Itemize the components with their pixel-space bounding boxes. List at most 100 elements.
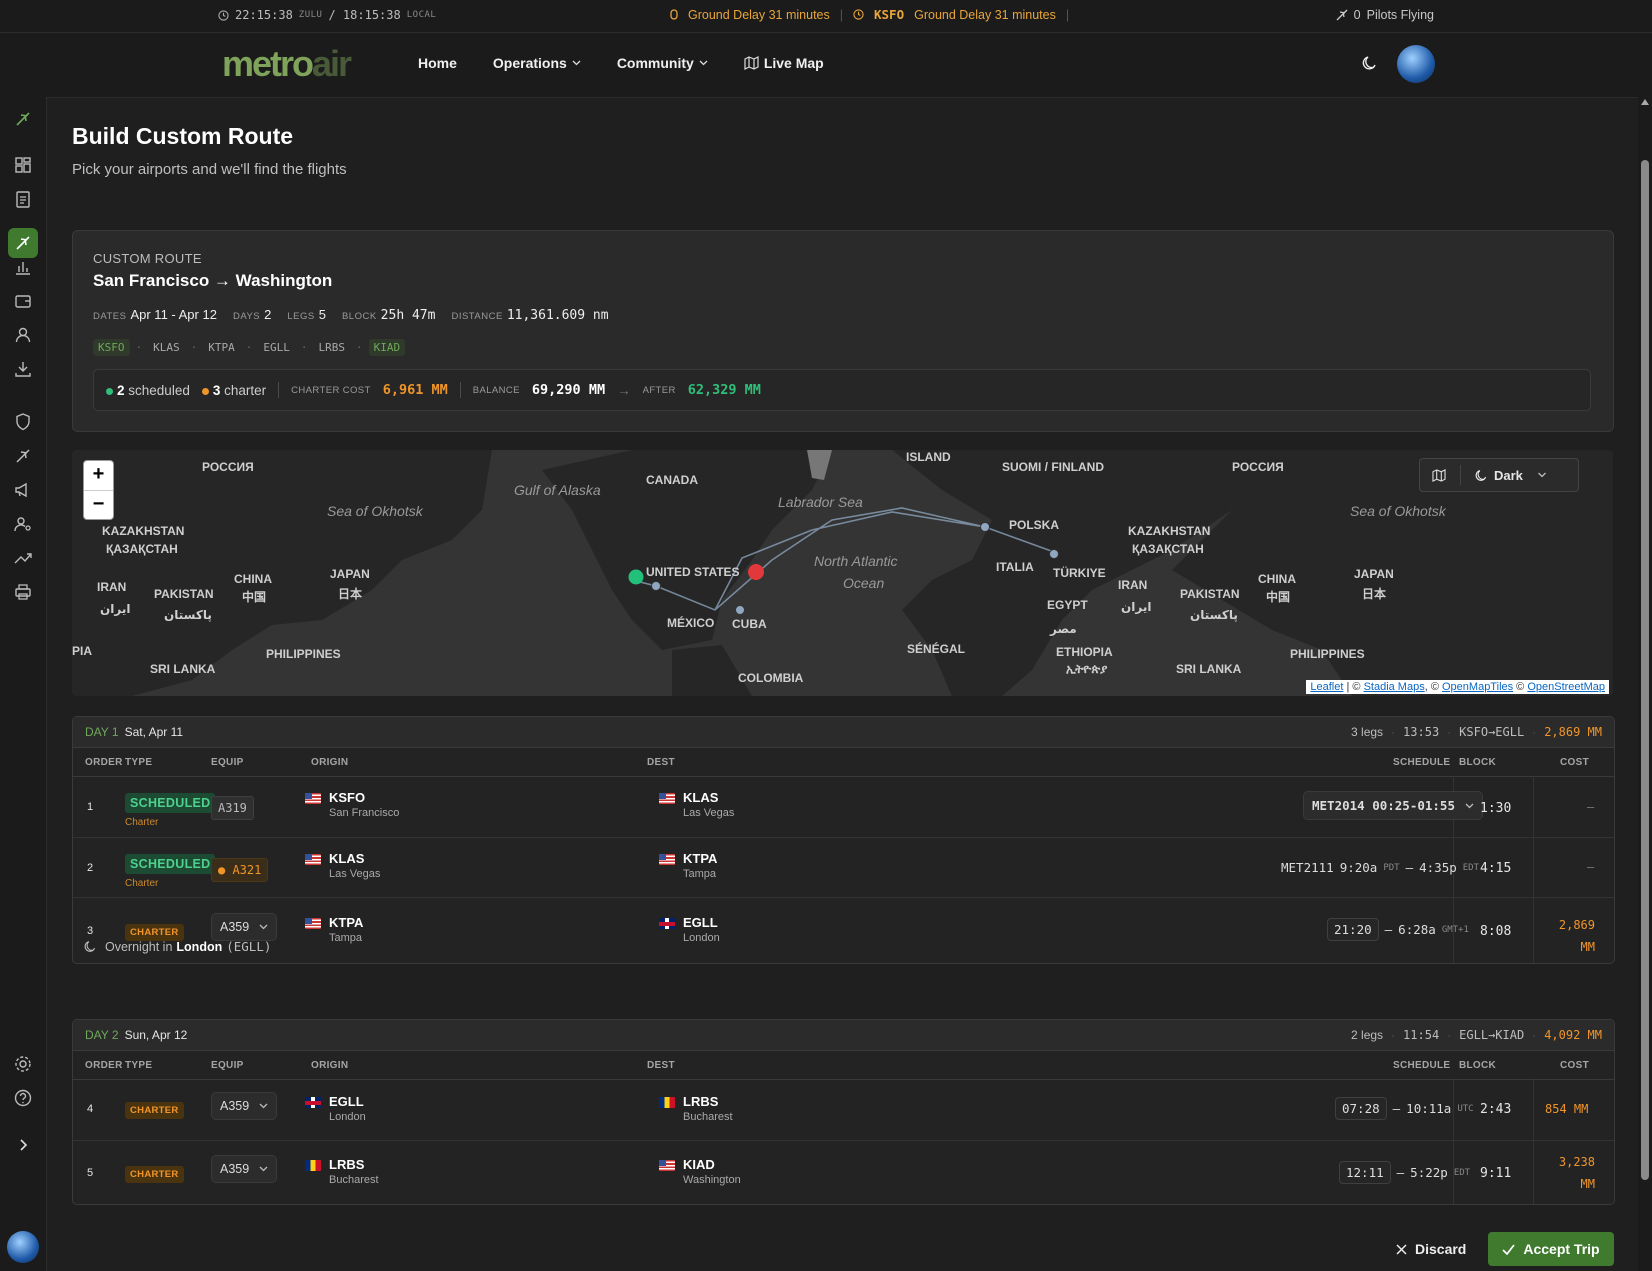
sidebar xyxy=(0,97,47,1271)
airport-chip: KLAS xyxy=(153,341,180,354)
chevron-down-icon xyxy=(1465,803,1474,808)
overnight-note: Overnight in London (EGLL) xyxy=(84,939,271,954)
nav-links: Home Operations Community Live Map xyxy=(418,55,824,71)
chevron-down-icon xyxy=(259,1166,268,1172)
check-icon xyxy=(1502,1243,1516,1255)
chevron-right-icon[interactable] xyxy=(13,1135,33,1155)
moon-icon xyxy=(84,941,96,952)
departure-time-input[interactable]: 12:11 xyxy=(1339,1161,1391,1184)
map-icon[interactable] xyxy=(1432,468,1446,482)
clipboard-icon[interactable] xyxy=(13,189,33,209)
alert-text: Ground Delay 31 minutes xyxy=(914,7,1056,22)
type-badge: SCHEDULED xyxy=(125,854,216,874)
departure-time-input[interactable]: 21:20 xyxy=(1327,918,1379,941)
dashboard-icon[interactable] xyxy=(13,155,33,175)
plane-logo-icon[interactable] xyxy=(13,109,33,129)
airport-chip: KIAD xyxy=(368,339,406,356)
plane-icon xyxy=(1336,9,1348,21)
ground-delay-alerts[interactable]: Ground Delay 31 minutes | KSFO Ground De… xyxy=(670,7,1069,22)
wallet-icon[interactable] xyxy=(13,291,33,311)
zoom-out-button[interactable]: − xyxy=(84,491,113,520)
nav-operations[interactable]: Operations xyxy=(493,55,581,71)
discard-button[interactable]: Discard xyxy=(1396,1241,1466,1257)
airport-chip: KTPA xyxy=(208,341,235,354)
airport-chip: LRBS xyxy=(318,341,346,354)
printer-icon[interactable] xyxy=(13,582,33,602)
clock-icon xyxy=(218,9,229,21)
megaphone-icon[interactable] xyxy=(13,480,33,500)
departure-time-input[interactable]: 07:28 xyxy=(1335,1097,1387,1120)
table-row[interactable]: 3 CHARTER A359 KTPA Tampa EGLL London 21:2… xyxy=(73,898,1614,963)
shield-icon[interactable] xyxy=(13,412,33,432)
type-badge: SCHEDULED xyxy=(125,793,216,813)
flight-icon[interactable] xyxy=(13,233,33,253)
openstreetmap-link[interactable]: OpenStreetMap xyxy=(1527,681,1605,693)
schedule-text: 12:11–5:22p EDT xyxy=(1339,1161,1470,1184)
table-row[interactable]: 5 CHARTER A359 LRBS Bucharest KIAD Washing… xyxy=(73,1141,1614,1204)
sidebar-avatar[interactable] xyxy=(7,1231,39,1263)
bar-chart-icon[interactable] xyxy=(13,257,33,277)
leaflet-link[interactable]: Leaflet xyxy=(1310,681,1343,693)
gear-icon[interactable] xyxy=(13,1054,33,1074)
legs-value: 5 xyxy=(318,307,326,322)
user-icon[interactable] xyxy=(13,325,33,345)
download-icon[interactable] xyxy=(13,359,33,379)
zulu-time: 22:15:38 xyxy=(235,8,293,22)
main-navbar: metroair Home Operations Community Live … xyxy=(0,33,1652,98)
card-kicker: CUSTOM ROUTE xyxy=(93,251,202,266)
stadia-link[interactable]: Stadia Maps xyxy=(1364,681,1425,693)
page-scrollbar[interactable] xyxy=(1638,97,1652,1271)
nav-community[interactable]: Community xyxy=(617,55,708,71)
dark-mode-toggle-icon[interactable] xyxy=(1362,55,1378,71)
equip-select[interactable]: A359 xyxy=(211,913,278,941)
plane-icon[interactable] xyxy=(13,446,33,466)
action-buttons: Discard Accept Trip xyxy=(1396,1232,1614,1266)
clock: 22:15:38 ZULU / 18:15:38 LOCAL xyxy=(218,8,436,22)
equip-badge: ● A321 xyxy=(211,858,269,882)
equip-select[interactable]: A359 xyxy=(211,1092,278,1120)
clock-icon xyxy=(853,9,864,20)
airport-chips: KSFO · KLAS · KTPA · EGLL · LRBS · KIAD xyxy=(93,339,406,356)
us-flag-icon xyxy=(305,793,321,804)
chevron-down-icon xyxy=(259,924,268,930)
table-row[interactable]: 1 SCHEDULED Charter A319 KSFO San Francisc… xyxy=(73,777,1614,838)
schedule-text: MET2111 9:20a PDT –4:35p EDT xyxy=(1281,860,1480,875)
day-header: DAY 2 Sun, Apr 12 2 legs · 11:54 · EGLL→KI… xyxy=(73,1020,1614,1051)
zoom-in-button[interactable]: + xyxy=(84,461,113,491)
trending-up-icon[interactable] xyxy=(13,548,33,568)
distance-value: 11,361.609 nm xyxy=(506,308,609,323)
airport-chip: KSFO xyxy=(93,339,130,356)
table-row[interactable]: 4 CHARTER A359 EGLL London LRBS Bucharest … xyxy=(73,1080,1614,1141)
pilots-flying[interactable]: 0 Pilots Flying xyxy=(1336,8,1434,22)
user-avatar[interactable] xyxy=(1397,45,1435,83)
map-attribution: Leaflet | © Stadia Maps, © OpenMapTiles … xyxy=(1306,680,1609,694)
map-style-select[interactable]: Dark xyxy=(1494,468,1523,483)
cost-summary-bar: 2 scheduled 3 charter CHARTER COST 6,961… xyxy=(93,369,1591,411)
flight-select[interactable]: MET2014 00:25-01:55 xyxy=(1303,791,1483,820)
nav-home[interactable]: Home xyxy=(418,55,457,71)
scrollbar-thumb[interactable] xyxy=(1641,160,1649,1180)
map-style-control[interactable]: Dark xyxy=(1419,458,1579,492)
route-map[interactable]: РОССИЯ Gulf of Alaska CANADA ISLAND SUOM… xyxy=(72,450,1613,696)
us-flag-icon xyxy=(659,1160,675,1171)
user-settings-icon[interactable] xyxy=(13,514,33,534)
nav-live-map[interactable]: Live Map xyxy=(744,55,824,71)
openmaptiles-link[interactable]: OpenMapTiles xyxy=(1442,681,1513,693)
schedule-text: 21:20–6:28a GMT+1 xyxy=(1327,918,1469,941)
dates-value: Apr 11 - Apr 12 xyxy=(130,307,217,322)
chevron-down-icon xyxy=(699,60,708,66)
charter-cost-value: 6,961 MM xyxy=(382,382,448,398)
equip-badge: A319 xyxy=(211,796,254,820)
uk-flag-icon xyxy=(659,918,675,929)
route-stats: DATES Apr 11 - Apr 12 DAYS 2 LEGS 5 BLOCK 25… xyxy=(93,307,609,323)
table-header: ORDER TYPE EQUIP ORIGIN DEST SCHEDULE BL… xyxy=(73,748,1614,777)
table-row[interactable]: 2 SCHEDULED Charter ● A321 KLAS Las Vegas … xyxy=(73,838,1614,898)
metroair-logo[interactable]: metroair xyxy=(222,43,352,85)
airport-chip: EGLL xyxy=(263,341,290,354)
help-icon[interactable] xyxy=(13,1088,33,1108)
chevron-down-icon xyxy=(1537,472,1546,478)
romania-flag-icon xyxy=(305,1160,321,1171)
equip-select[interactable]: A359 xyxy=(211,1155,278,1183)
accept-trip-button[interactable]: Accept Trip xyxy=(1488,1232,1614,1266)
pilots-count: 0 xyxy=(1353,8,1361,22)
